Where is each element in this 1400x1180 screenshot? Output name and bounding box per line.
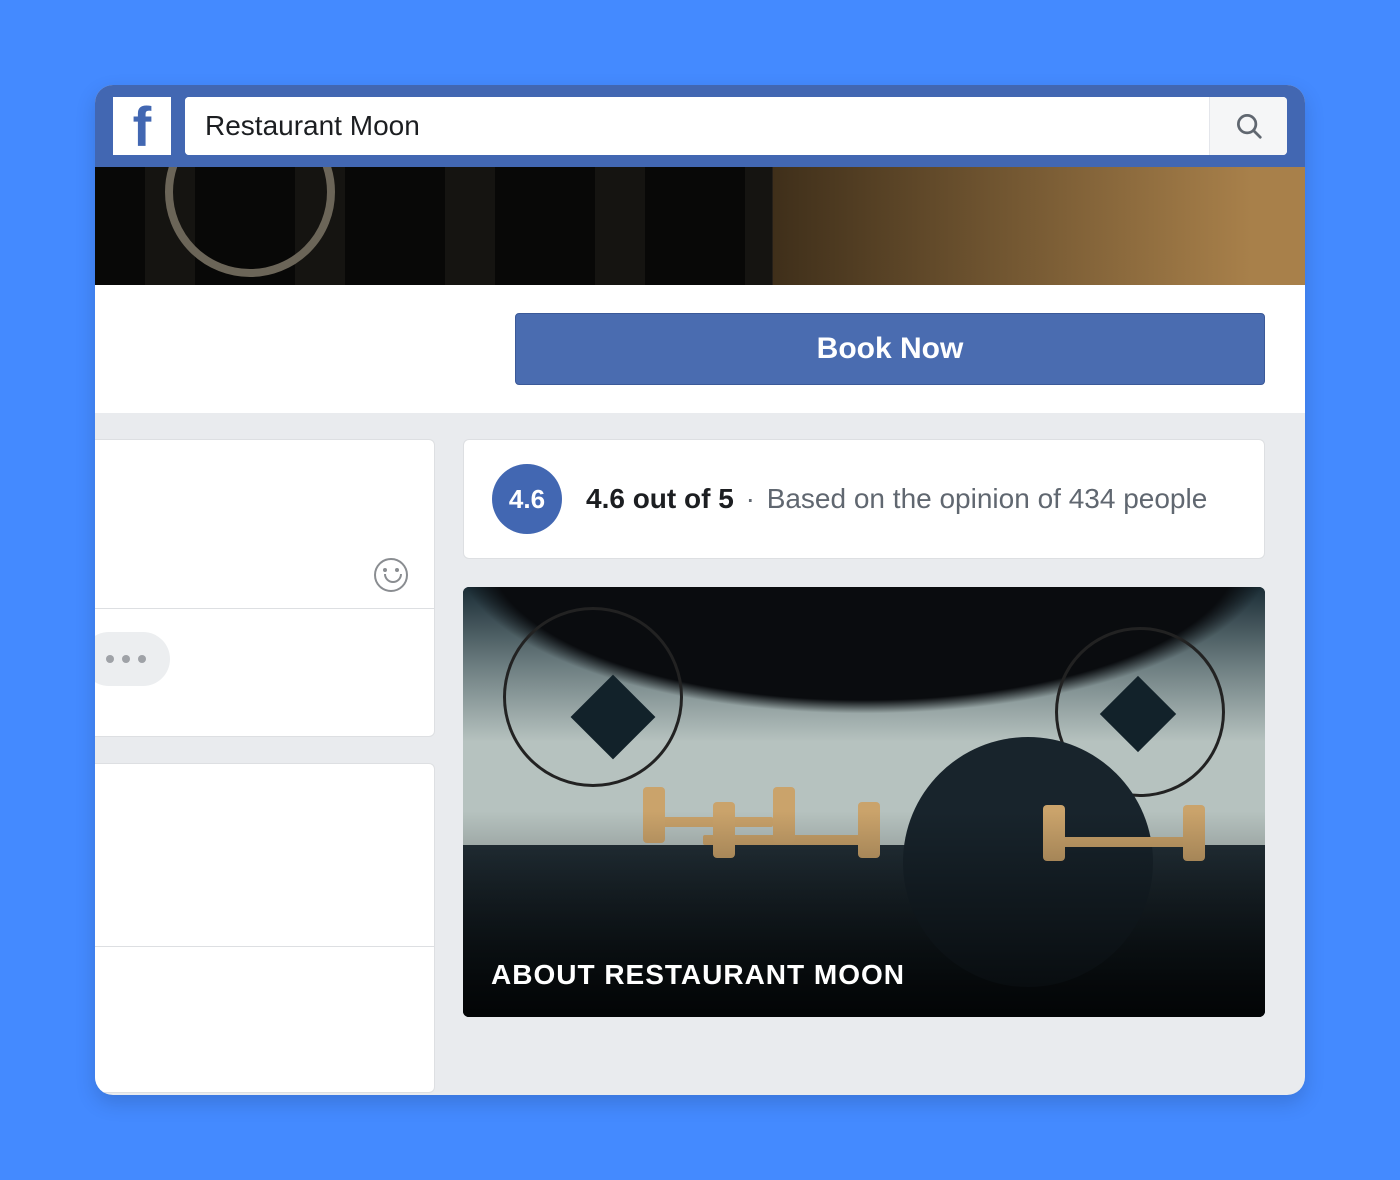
rating-count: Based on the opinion of 434 people bbox=[767, 483, 1208, 514]
search-bar bbox=[185, 97, 1287, 155]
facebook-page-window: f Book Now bbox=[95, 85, 1305, 1095]
left-sidebar bbox=[95, 439, 435, 1095]
cover-photo bbox=[95, 167, 1305, 285]
content-area: 4.6 4.6 out of 5 · Based on the opinion … bbox=[95, 413, 1305, 1095]
divider bbox=[95, 608, 434, 609]
search-icon bbox=[1234, 111, 1264, 141]
about-card[interactable]: ABOUT RESTAURANT MOON bbox=[463, 587, 1265, 1017]
book-now-button[interactable]: Book Now bbox=[515, 313, 1265, 385]
search-button[interactable] bbox=[1209, 97, 1287, 155]
divider bbox=[95, 946, 434, 947]
rating-score: 4.6 out of 5 bbox=[586, 483, 734, 514]
search-input[interactable] bbox=[185, 97, 1209, 155]
about-title: ABOUT RESTAURANT MOON bbox=[491, 959, 905, 991]
facebook-logo-icon[interactable]: f bbox=[113, 97, 171, 155]
sidebar-card-info bbox=[95, 763, 435, 1093]
rating-card: 4.6 4.6 out of 5 · Based on the opinion … bbox=[463, 439, 1265, 559]
rating-text: 4.6 out of 5 · Based on the opinion of 4… bbox=[586, 479, 1207, 520]
sidebar-card-post bbox=[95, 439, 435, 737]
more-button[interactable] bbox=[95, 632, 170, 686]
separator: · bbox=[746, 483, 755, 514]
rating-badge: 4.6 bbox=[492, 464, 562, 534]
main-column: 4.6 4.6 out of 5 · Based on the opinion … bbox=[463, 439, 1265, 1095]
page-action-bar: Book Now bbox=[95, 285, 1305, 413]
emoji-icon[interactable] bbox=[374, 558, 408, 592]
top-bar: f bbox=[95, 85, 1305, 167]
